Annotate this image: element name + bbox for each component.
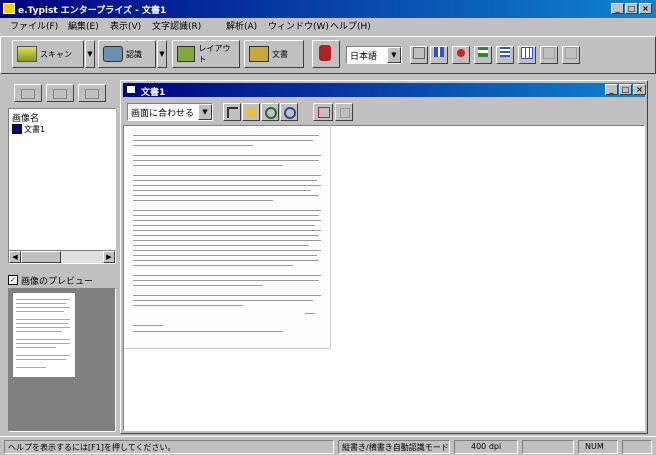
- stamp-icon: [319, 45, 331, 61]
- cursor-icon: [227, 107, 238, 118]
- minimize-button[interactable]: _: [611, 3, 624, 14]
- app-icon: [3, 3, 15, 14]
- stamp-button[interactable]: [312, 40, 340, 68]
- pencil-icon: [340, 108, 350, 118]
- document-window: 文書1 _ □ × 画面に合わせる ▼: [120, 80, 648, 434]
- view-toggle-button-3[interactable]: [452, 46, 470, 64]
- view-toggle-button-4[interactable]: [474, 46, 492, 64]
- status-bar: ヘルプを表示するには[F1]を押してください。 縦書き/横書き自動認識モード 4…: [0, 436, 656, 455]
- scan-button[interactable]: スキャン: [12, 40, 84, 68]
- menu-view[interactable]: 表示(V): [110, 20, 141, 34]
- view-toggle-button-7[interactable]: [540, 46, 558, 64]
- maximize-button[interactable]: □: [625, 3, 638, 14]
- page-icon: [543, 47, 555, 59]
- mode-select[interactable]: 日本語 ▼: [346, 46, 402, 64]
- doc-minimize-button[interactable]: _: [605, 84, 618, 95]
- menu-help[interactable]: ヘルプ(H): [330, 20, 371, 34]
- recognize-button[interactable]: 認識: [98, 40, 156, 68]
- scroll-right-icon[interactable]: ▶: [103, 251, 115, 263]
- image-icon: [53, 89, 67, 99]
- layout-icon: [177, 46, 196, 62]
- preview-toggle[interactable]: ✓ 画像のプレビュー: [8, 274, 93, 287]
- panel-btn-2[interactable]: [46, 84, 74, 102]
- zoom-select[interactable]: 画面に合わせる ▼: [127, 103, 213, 121]
- scroll-left-icon[interactable]: ◀: [9, 251, 21, 263]
- view-toggle-button-6[interactable]: [518, 46, 536, 64]
- status-blank: [522, 440, 574, 454]
- page-image: [125, 127, 331, 349]
- document-title-bar: 文書1 _ □ ×: [123, 83, 646, 98]
- app-title: e.Typist エンタープライズ - 文書1: [18, 6, 167, 16]
- document-canvas: [123, 125, 645, 431]
- checkbox-icon[interactable]: [12, 124, 22, 134]
- view-toggle-button-8[interactable]: [562, 46, 580, 64]
- preview-area: [8, 288, 116, 432]
- hand-icon: [246, 107, 256, 117]
- frame-button[interactable]: [313, 103, 333, 121]
- page-alt-icon: [565, 47, 577, 59]
- close-button[interactable]: ×: [639, 3, 652, 14]
- document-button[interactable]: 文書: [244, 40, 304, 68]
- view-toggle-button-1[interactable]: [410, 46, 428, 64]
- status-num: NUM: [578, 440, 618, 454]
- table-icon: [521, 47, 533, 59]
- status-extra: [622, 440, 652, 454]
- status-dpi: 400 dpi: [454, 440, 518, 454]
- doc-maximize-button[interactable]: □: [619, 84, 632, 95]
- status-help: ヘルプを表示するには[F1]を押してください。: [4, 440, 334, 454]
- menu-edit[interactable]: 編集(E): [68, 20, 99, 34]
- image-list: 画像名 文書1: [8, 108, 116, 264]
- view-toggle-button-5[interactable]: [496, 46, 514, 64]
- menu-bar: ファイル(F) 編集(E) 表示(V) 文字認識(R) 解析(A) ウィンドウ(…: [0, 18, 656, 36]
- document-icon: [126, 85, 136, 94]
- image-list-item[interactable]: 文書1: [12, 123, 45, 135]
- app-title-bar: e.Typist エンタープライズ - 文書1 _ □ ×: [0, 0, 656, 18]
- scan-dropdown[interactable]: ▼: [85, 40, 95, 68]
- chevron-down-icon: ▼: [198, 104, 212, 120]
- text-icon: [478, 47, 488, 57]
- view-toggle-button-2[interactable]: [430, 46, 448, 64]
- menu-window[interactable]: ウィンドウ(W): [268, 20, 329, 34]
- menu-analyze[interactable]: 解析(A): [226, 20, 257, 34]
- recognize-icon: [103, 46, 123, 62]
- forward-icon: [85, 89, 99, 99]
- preview-thumbnail: [13, 293, 75, 377]
- doc-close-button[interactable]: ×: [633, 84, 646, 95]
- document-icon: [249, 46, 269, 62]
- zoom-button[interactable]: [261, 103, 279, 121]
- dot-icon: [457, 49, 465, 57]
- recognize-dropdown[interactable]: ▼: [157, 40, 167, 68]
- back-icon: [21, 89, 35, 99]
- list-icon: [500, 47, 510, 57]
- edit-button[interactable]: [335, 103, 353, 121]
- chevron-down-icon: ▼: [387, 47, 401, 63]
- hand-tool-button[interactable]: [242, 103, 260, 121]
- magnifier-icon: [265, 107, 277, 119]
- left-panel: 画像名 文書1 ◀ ▶ ✓ 画像のプレビュー: [8, 80, 116, 432]
- status-mode: 縦書き/横書き自動認識モード: [338, 440, 450, 454]
- select-tool-button[interactable]: [223, 103, 241, 121]
- scroll-thumb[interactable]: [21, 251, 61, 263]
- panel-btn-1[interactable]: [14, 84, 42, 102]
- preview-checkbox[interactable]: ✓: [8, 275, 18, 285]
- frame-icon: [318, 107, 330, 118]
- rotate-icon: [284, 107, 296, 119]
- menu-recognize[interactable]: 文字認識(R): [152, 20, 201, 34]
- rotate-button[interactable]: [280, 103, 298, 121]
- columns-icon: [434, 47, 444, 57]
- horizontal-scrollbar[interactable]: ◀ ▶: [8, 250, 116, 264]
- panel-btn-3[interactable]: [78, 84, 106, 102]
- menu-file[interactable]: ファイル(F): [10, 20, 58, 34]
- layout-button[interactable]: レイアウト: [172, 40, 240, 68]
- grid-icon: [413, 47, 425, 59]
- scanner-icon: [17, 46, 37, 62]
